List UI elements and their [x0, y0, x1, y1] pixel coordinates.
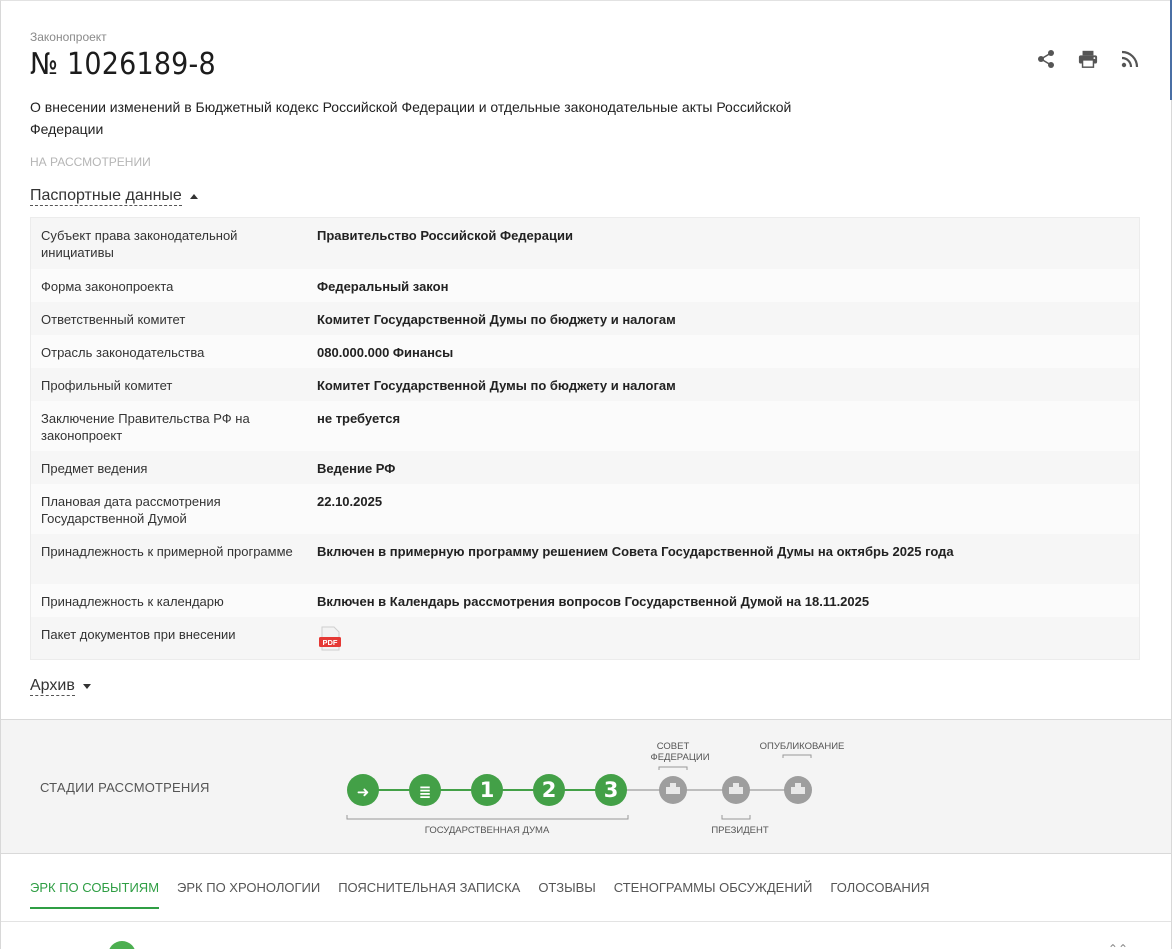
council-bracket	[658, 766, 688, 770]
passport-row-value: Комитет Государственной Думы по бюджету …	[317, 312, 676, 327]
passport-row-value: Комитет Государственной Думы по бюджету …	[317, 378, 676, 393]
bill-number: № 1026189-8	[30, 47, 216, 82]
passport-row: Форма законопроекта Федеральный закон	[31, 269, 1139, 302]
pdf-icon[interactable]: PDF	[317, 626, 343, 652]
passport-toggle-label: Паспортные данные	[30, 187, 182, 206]
passport-row-value: не требуется	[317, 411, 401, 426]
stage-glyph: ➜	[357, 783, 370, 801]
passport-row-value: 22.10.2025	[317, 494, 383, 509]
passport-row-key: Предмет ведения	[41, 461, 148, 476]
caret-down-icon	[82, 683, 91, 689]
passport-row: Отрасль законодательства 080.000.000 Фина…	[31, 335, 1139, 368]
president-label: ПРЕЗИДЕНТ	[711, 825, 768, 836]
passport-row-value: Включен в Календарь рассмотрения вопросо…	[317, 594, 870, 609]
tab-2[interactable]: ЭРК ПО ХРОНОЛОГИИ	[177, 880, 320, 909]
tab-1[interactable]: ЭРК ПО СОБЫТИЯМ	[30, 880, 160, 909]
pdf-label: PDF	[323, 638, 338, 647]
passport-row-value: PDF	[317, 626, 1129, 651]
passport-row-value: Федеральный закон	[317, 279, 449, 294]
passport-row-key: Принадлежность к календарю	[41, 594, 224, 609]
passport-row: Субъект права законодательной инициативы…	[31, 218, 1139, 269]
passport-row-key: Плановая дата рассмотрения Государственн…	[41, 494, 221, 526]
collapse-icon[interactable]: ⌃⌃	[1108, 942, 1128, 949]
president-bracket	[721, 815, 751, 820]
stages-track: ➜ ≣ 1 2 3 ГОСУДАРСТВЕННАЯ ДУМА СОВЕТФЕДЕРАЦИИ П…	[346, 741, 845, 836]
passport-row: Принадлежность к календарю Включен в Кале…	[31, 584, 1139, 617]
archive-toggle-label: Архив	[30, 677, 75, 696]
stage-federation-council[interactable]	[659, 776, 687, 804]
passport-row-key: Субъект права законодательной инициативы	[41, 228, 238, 260]
stage-publication[interactable]	[784, 776, 812, 804]
page-kicker: Законопроект	[30, 30, 107, 44]
duma-label: ГОСУДАРСТВЕННАЯ ДУМА	[425, 825, 550, 836]
tab-bar: ЭРК ПО СОБЫТИЯМ ЭРК ПО ХРОНОЛОГИИ ПОЯСНИТЕ…	[30, 880, 930, 909]
passport-row-key: Профильный комитет	[41, 378, 173, 393]
passport-row: Предмет ведения Ведение РФ	[31, 451, 1139, 484]
passport-row-key: Форма законопроекта	[41, 279, 174, 294]
passport-row-value: 080.000.000 Финансы	[317, 345, 454, 360]
stage-reading-1[interactable]: 1	[471, 774, 503, 806]
passport-table: Субъект права законодательной инициативы…	[30, 217, 1140, 660]
passport-row-key: Принадлежность к примерной программе	[41, 544, 293, 559]
status-badge: НА РАССМОТРЕНИИ	[30, 155, 151, 169]
council-label-line2: ФЕДЕРАЦИИ	[650, 752, 709, 763]
passport-row: Ответственный комитет Комитет Государстве…	[31, 302, 1139, 335]
stage-president[interactable]	[722, 776, 750, 804]
tab-5[interactable]: СТЕНОГРАММЫ ОБСУЖДЕНИЙ	[614, 880, 813, 909]
tab-3[interactable]: ПОЯСНИТЕЛЬНАЯ ЗАПИСКА	[338, 880, 520, 909]
stage-glyph: 2	[542, 778, 557, 802]
stage-reading-2[interactable]: 2	[533, 774, 565, 806]
passport-row: Профильный комитет Комитет Государственно…	[31, 368, 1139, 401]
stage-glyph: 3	[604, 778, 619, 802]
publish-label: ОПУБЛИКОВАНИЕ	[760, 741, 845, 752]
passport-row: Заключение Правительства РФ на законопро…	[31, 401, 1139, 451]
passport-row-value: Ведение РФ	[317, 461, 396, 476]
tab-4[interactable]: ОТЗЫВЫ	[538, 880, 595, 909]
passport-row-key: Заключение Правительства РФ на законопро…	[41, 411, 250, 443]
archive-toggle[interactable]: Архив	[30, 676, 91, 696]
passport-row: Плановая дата рассмотрения Государственн…	[31, 484, 1139, 534]
passport-row-value: Правительство Российской Федерации	[317, 228, 573, 243]
rss-icon[interactable]	[1120, 48, 1140, 70]
stage-glyph: ≣	[419, 783, 432, 801]
duma-bracket	[346, 815, 629, 820]
passport-row-key: Пакет документов при внесении	[41, 627, 236, 642]
share-icon[interactable]	[1036, 48, 1056, 70]
publish-bracket	[782, 754, 812, 758]
stage-introduction[interactable]: ➜	[347, 774, 379, 806]
bill-title: О внесении изменений в Бюджетный кодекс …	[30, 99, 792, 137]
passport-row: Пакет документов при внесении PDF	[31, 617, 1139, 659]
action-toolbar	[1036, 48, 1140, 70]
passport-row-key: Ответственный комитет	[41, 312, 186, 327]
tab-6[interactable]: ГОЛОСОВАНИЯ	[830, 880, 929, 909]
tabs-divider	[1, 921, 1171, 922]
stage-reading-3[interactable]: 3	[595, 774, 627, 806]
stage-glyph: 1	[480, 778, 495, 802]
passport-row-value: Включен в примерную программу решением С…	[317, 544, 954, 559]
print-icon[interactable]	[1078, 48, 1098, 70]
stages-panel: СТАДИИ РАССМОТРЕНИЯ ➜ ≣ 1 2 3 ГОСУДАРСТВЕННАЯ…	[1, 719, 1171, 854]
stage-preliminary[interactable]: ≣	[409, 774, 441, 806]
caret-up-icon	[189, 193, 198, 199]
passport-row-key: Отрасль законодательства	[41, 345, 205, 360]
council-label-line1: СОВЕТ	[657, 741, 690, 752]
passport-row: Принадлежность к примерной программе Вклю…	[31, 534, 1139, 584]
passport-toggle[interactable]: Паспортные данные	[30, 186, 198, 206]
